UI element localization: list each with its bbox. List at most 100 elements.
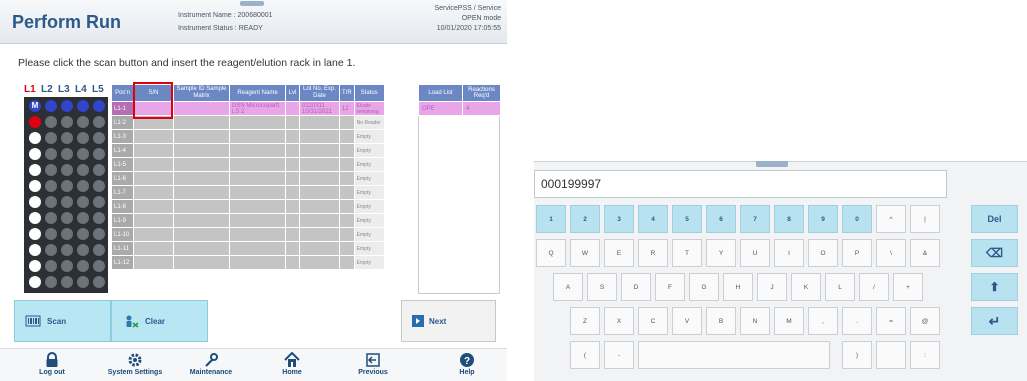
key[interactable]: G <box>689 273 719 301</box>
nav-maintenance[interactable]: Maintenance <box>171 350 251 376</box>
key[interactable]: C <box>638 307 668 335</box>
nav-previous[interactable]: Previous <box>333 350 413 376</box>
load-list-area[interactable] <box>418 116 500 294</box>
rack-position <box>29 276 41 288</box>
nav-logout[interactable]: Log out <box>12 350 92 376</box>
key[interactable]: ) <box>842 341 872 369</box>
rack-position <box>77 164 89 176</box>
key[interactable]: , <box>808 307 838 335</box>
cell-sample-id <box>173 101 230 116</box>
key[interactable]: Q <box>536 239 566 267</box>
table-row[interactable]: L1-7 Empty <box>111 185 385 200</box>
key[interactable]: \ <box>876 239 906 267</box>
key[interactable] <box>638 341 830 369</box>
header-grip[interactable] <box>240 1 264 6</box>
lane-label-l5[interactable]: L5 <box>92 84 104 95</box>
key[interactable]: 2 <box>570 205 600 233</box>
table-row[interactable]: L1-3 Empty <box>111 129 385 144</box>
table-row[interactable]: L1-6 Empty <box>111 171 385 186</box>
nav-home[interactable]: Home <box>252 350 332 376</box>
cell-status: Empty <box>353 213 385 228</box>
key[interactable]: X <box>604 307 634 335</box>
key[interactable]: 4 <box>638 205 668 233</box>
key[interactable]: 7 <box>740 205 770 233</box>
key[interactable]: O <box>808 239 838 267</box>
key[interactable]: 1 <box>536 205 566 233</box>
table-row[interactable]: L1-11 Empty <box>111 241 385 256</box>
key[interactable]: K <box>791 273 821 301</box>
key[interactable]: P <box>842 239 872 267</box>
rack-position <box>61 132 73 144</box>
cell-lvl <box>285 101 300 116</box>
key[interactable]: I <box>774 239 804 267</box>
cell-tr <box>339 199 355 214</box>
key[interactable]: ^ <box>876 205 906 233</box>
key[interactable]: E <box>604 239 634 267</box>
next-button[interactable]: Next <box>401 300 496 342</box>
key[interactable]: 9 <box>808 205 838 233</box>
key[interactable]: A <box>553 273 583 301</box>
key[interactable]: W <box>570 239 600 267</box>
table-row[interactable]: L1-5 Empty <box>111 157 385 172</box>
key[interactable]: - <box>604 341 634 369</box>
key[interactable]: & <box>910 239 940 267</box>
table-row[interactable]: L1-12 Empty <box>111 255 385 270</box>
keyboard-grip[interactable] <box>756 161 788 167</box>
keyboard-input-field[interactable]: 000199997 <box>534 170 947 198</box>
clear-button[interactable]: Clear <box>111 300 208 342</box>
cell-sample-id <box>173 241 230 256</box>
key[interactable]: Z <box>570 307 600 335</box>
table-row[interactable]: L1-4 Empty <box>111 143 385 158</box>
key[interactable]: : <box>910 341 940 369</box>
rack-position <box>61 196 73 208</box>
shift-key[interactable]: ⬆ <box>971 273 1018 301</box>
key[interactable]: V <box>672 307 702 335</box>
rack-diagram[interactable]: M <box>24 97 108 293</box>
key[interactable]: 0 <box>842 205 872 233</box>
key[interactable]: U <box>740 239 770 267</box>
lane-label-l3[interactable]: L3 <box>58 84 70 95</box>
key[interactable]: S <box>587 273 617 301</box>
rack-position <box>45 132 57 144</box>
key[interactable]: M <box>774 307 804 335</box>
key[interactable]: D <box>621 273 651 301</box>
key[interactable]: 8 <box>774 205 804 233</box>
key[interactable]: T <box>672 239 702 267</box>
key[interactable]: = <box>876 307 906 335</box>
del-key[interactable]: Del <box>971 205 1018 233</box>
lane-label-l2[interactable]: L2 <box>41 84 53 95</box>
key[interactable]: 6 <box>706 205 736 233</box>
key[interactable]: B <box>706 307 736 335</box>
backspace-key[interactable]: ⌫ <box>971 239 1018 267</box>
key[interactable]: 3 <box>604 205 634 233</box>
key-blank[interactable] <box>876 341 906 369</box>
lane-label-l1[interactable]: L1 <box>24 84 36 95</box>
key[interactable]: N <box>740 307 770 335</box>
key[interactable]: 5 <box>672 205 702 233</box>
lane-label-l4[interactable]: L4 <box>75 84 87 95</box>
key[interactable]: / <box>859 273 889 301</box>
rack-position <box>77 244 89 256</box>
table-row[interactable]: L1-10 Empty <box>111 227 385 242</box>
load-list-row[interactable]: OPE 4 <box>418 101 501 116</box>
key[interactable]: F <box>655 273 685 301</box>
nav-system-settings[interactable]: System Settings <box>95 350 175 376</box>
enter-key[interactable]: ↵ <box>971 307 1018 335</box>
scan-button[interactable]: Scan <box>14 300 111 342</box>
key[interactable]: @ <box>910 307 940 335</box>
table-row[interactable]: L1-9 Empty <box>111 213 385 228</box>
key[interactable]: H <box>723 273 753 301</box>
key[interactable]: ( <box>570 341 600 369</box>
key[interactable]: R <box>638 239 668 267</box>
key[interactable]: Y <box>706 239 736 267</box>
key[interactable]: J <box>757 273 787 301</box>
nav-help[interactable]: ? Help <box>427 350 507 376</box>
rack-position <box>45 276 57 288</box>
header-bar: Perform Run Instrument Name : 200680001 … <box>0 0 507 44</box>
rack-position <box>45 100 57 112</box>
key[interactable]: . <box>842 307 872 335</box>
key[interactable]: | <box>910 205 940 233</box>
table-row[interactable]: L1-8 Empty <box>111 199 385 214</box>
key[interactable]: + <box>893 273 923 301</box>
key[interactable]: L <box>825 273 855 301</box>
